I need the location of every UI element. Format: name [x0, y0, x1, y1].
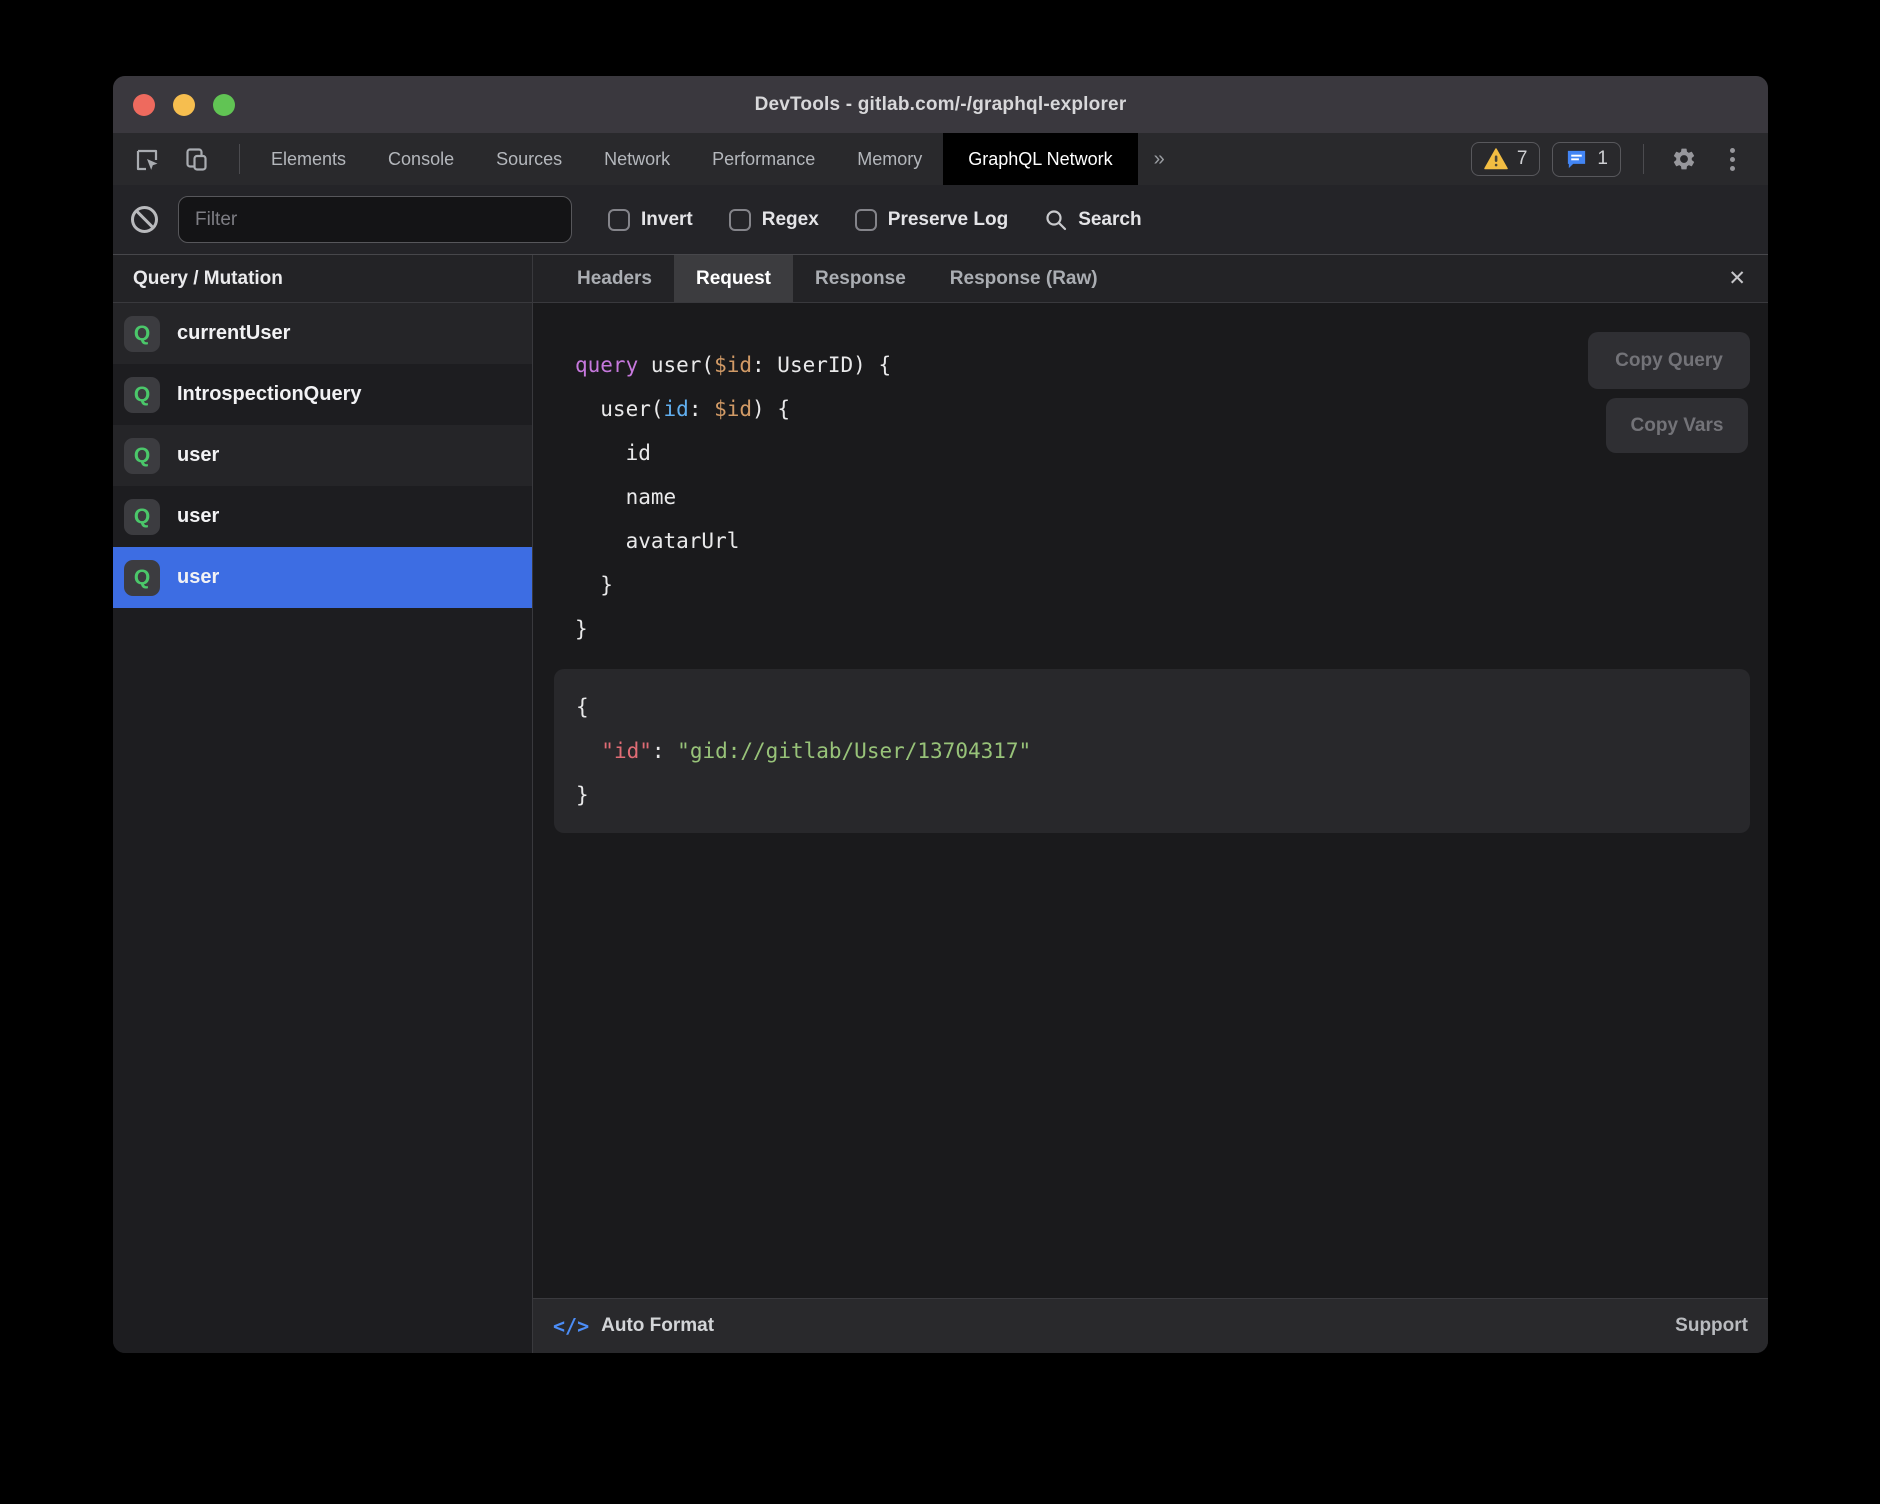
search-icon [1044, 208, 1068, 232]
toolbar-right-divider [1643, 144, 1644, 174]
invert-checkbox-group[interactable]: Invert [608, 209, 693, 231]
regex-label: Regex [762, 209, 819, 231]
close-icon[interactable]: ✕ [1722, 255, 1752, 302]
preserve-log-label: Preserve Log [888, 209, 1008, 231]
regex-checkbox-group[interactable]: Regex [729, 209, 819, 231]
tab-performance[interactable]: Performance [691, 133, 836, 185]
tab-response[interactable]: Response [793, 255, 928, 302]
titlebar: DevTools - gitlab.com/-/graphql-explorer [113, 76, 1768, 133]
filter-input[interactable] [178, 196, 572, 243]
regex-checkbox[interactable] [729, 209, 751, 231]
query-list-panel: Query / Mutation Q currentUser Q Introsp… [113, 255, 533, 1353]
search-label: Search [1078, 209, 1141, 231]
settings-gear-icon[interactable] [1666, 141, 1702, 177]
tab-request[interactable]: Request [674, 255, 793, 302]
copy-query-button[interactable]: Copy Query [1588, 332, 1750, 389]
query-list-item-user-1[interactable]: Q user [113, 425, 532, 486]
close-window-button[interactable] [133, 94, 155, 116]
detail-tab-strip: Headers Request Response Response (Raw) … [533, 255, 1768, 303]
tab-headers[interactable]: Headers [555, 255, 674, 302]
messages-badge[interactable]: 1 [1552, 142, 1621, 177]
warnings-badge[interactable]: 7 [1471, 142, 1541, 176]
query-list-item-currentuser[interactable]: Q currentUser [113, 303, 532, 364]
zoom-window-button[interactable] [213, 94, 235, 116]
warning-count: 7 [1517, 148, 1528, 170]
tab-network[interactable]: Network [583, 133, 691, 185]
query-type-badge: Q [124, 316, 160, 352]
devtools-toolbar: Elements Console Sources Network Perform… [113, 133, 1768, 185]
warning-icon [1484, 148, 1508, 170]
traffic-lights [133, 76, 235, 133]
tab-graphql-network[interactable]: GraphQL Network [943, 133, 1137, 185]
message-count: 1 [1597, 148, 1608, 170]
query-type-badge: Q [124, 377, 160, 413]
invert-label: Invert [641, 209, 693, 231]
query-type-badge: Q [124, 438, 160, 474]
device-toolbar-icon[interactable] [179, 142, 213, 176]
message-bubble-icon [1565, 148, 1588, 171]
request-detail-panel: Headers Request Response Response (Raw) … [533, 255, 1768, 1353]
auto-format-button[interactable]: </> Auto Format [553, 1314, 714, 1338]
tab-console[interactable]: Console [367, 133, 475, 185]
code-brackets-icon: </> [553, 1314, 589, 1338]
preserve-log-checkbox[interactable] [855, 209, 877, 231]
tab-response-raw[interactable]: Response (Raw) [928, 255, 1120, 302]
filter-bar: Invert Regex Preserve Log Search [113, 185, 1768, 255]
clear-block-icon[interactable] [131, 206, 158, 233]
detail-footer: </> Auto Format Support [533, 1298, 1768, 1353]
query-list-item-user-2[interactable]: Q user [113, 486, 532, 547]
copy-vars-button[interactable]: Copy Vars [1606, 398, 1748, 453]
query-type-badge: Q [124, 499, 160, 535]
graphql-query-code: query user($id: UserID) { user(id: $id) … [533, 343, 1768, 651]
minimize-window-button[interactable] [173, 94, 195, 116]
support-link[interactable]: Support [1675, 1315, 1748, 1337]
request-content: query user($id: UserID) { user(id: $id) … [533, 303, 1768, 1298]
tab-sources[interactable]: Sources [475, 133, 583, 185]
query-list-item-introspectionquery[interactable]: Q IntrospectionQuery [113, 364, 532, 425]
graphql-variables-box: { "id": "gid://gitlab/User/13704317"} [554, 669, 1750, 833]
query-type-badge: Q [124, 560, 160, 596]
tab-elements[interactable]: Elements [250, 133, 367, 185]
auto-format-label: Auto Format [601, 1315, 714, 1337]
tab-memory[interactable]: Memory [836, 133, 943, 185]
inspect-element-icon[interactable] [129, 142, 163, 176]
query-list-header: Query / Mutation [113, 255, 532, 303]
more-tabs-chevron-icon[interactable]: » [1138, 133, 1181, 185]
toolbar-divider [239, 144, 240, 174]
preserve-log-checkbox-group[interactable]: Preserve Log [855, 209, 1008, 231]
window-title: DevTools - gitlab.com/-/graphql-explorer [755, 94, 1127, 116]
invert-checkbox[interactable] [608, 209, 630, 231]
search-control[interactable]: Search [1044, 208, 1141, 232]
kebab-menu-icon[interactable] [1714, 141, 1750, 177]
devtools-window: DevTools - gitlab.com/-/graphql-explorer… [113, 76, 1768, 1353]
query-list-item-user-3-selected[interactable]: Q user [113, 547, 532, 608]
